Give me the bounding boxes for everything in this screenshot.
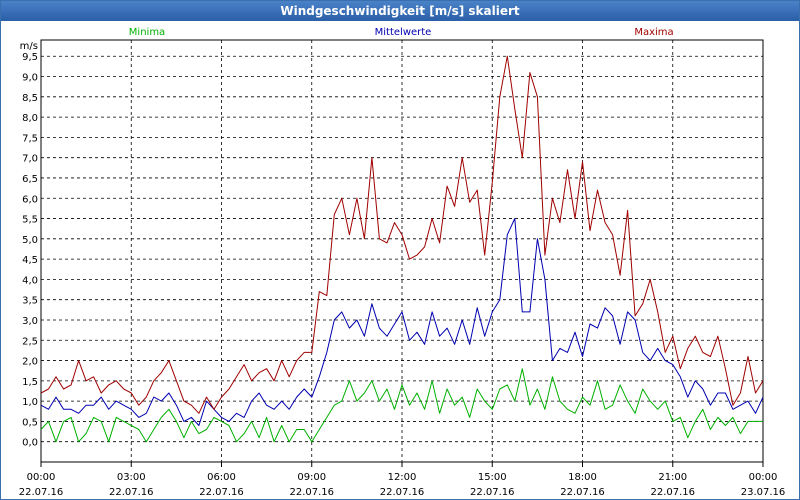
y-tick-label: 5,5 xyxy=(22,215,38,226)
x-tick-time: 21:00 xyxy=(658,472,687,483)
x-tick-time: 09:00 xyxy=(297,472,326,483)
wind-speed-chart: 0,0 0,5 1,0 1,5 2,0 2,5 3,0 3,5 4,0 4,5 5,0 5,5 6,0 6… xyxy=(19,27,786,498)
x-tick-time: 15:00 xyxy=(478,472,507,483)
y-tick-label: 2,5 xyxy=(22,336,38,347)
y-tick-label: 0,0 xyxy=(22,438,38,449)
y-tick-label: 6,0 xyxy=(22,194,38,205)
x-tick-time: 00:00 xyxy=(749,472,778,483)
legend-maxima: Maxima xyxy=(634,27,673,38)
y-tick-label: 0,5 xyxy=(22,417,38,428)
x-tick-date: 22.07.16 xyxy=(470,487,515,498)
x-tick-time: 00:00 xyxy=(27,472,56,483)
y-tick-label: 4,0 xyxy=(22,275,38,286)
y-tick-label: 4,5 xyxy=(22,255,38,266)
x-tick-date: 22.07.16 xyxy=(19,487,64,498)
x-tick-time: 03:00 xyxy=(117,472,146,483)
x-tick-date: 23.07.16 xyxy=(741,487,786,498)
y-tick-label: 3,5 xyxy=(22,296,38,307)
window-title: Windgeschwindigkeit [m/s] skaliert xyxy=(1,1,799,21)
y-axis-label: m/s xyxy=(20,41,38,52)
x-tick-time: 12:00 xyxy=(388,472,417,483)
x-tick-date: 22.07.16 xyxy=(650,487,695,498)
y-tick-label: 8,0 xyxy=(22,113,38,124)
y-tick-label: 3,0 xyxy=(22,316,38,327)
y-tick-label: 8,5 xyxy=(22,93,38,104)
x-tick-date: 22.07.16 xyxy=(199,487,244,498)
y-tick-label: 9,5 xyxy=(22,52,38,63)
legend-mittelwerte: Mittelwerte xyxy=(375,27,432,38)
y-tick-label: 1,5 xyxy=(22,377,38,388)
x-tick-date: 22.07.16 xyxy=(560,487,605,498)
chart-window: Windgeschwindigkeit [m/s] skaliert 0,0 0,… xyxy=(0,0,800,500)
y-tick-label: 6,5 xyxy=(22,174,38,185)
y-tick-label: 2,0 xyxy=(22,357,38,368)
x-tick-date: 22.07.16 xyxy=(380,487,425,498)
y-tick-label: 7,5 xyxy=(22,133,38,144)
x-tick-time: 06:00 xyxy=(207,472,236,483)
x-tick-date: 22.07.16 xyxy=(289,487,334,498)
x-tick-time: 18:00 xyxy=(568,472,597,483)
y-tick-label: 9,0 xyxy=(22,73,38,84)
x-tick-date: 22.07.16 xyxy=(109,487,154,498)
y-tick-label: 5,0 xyxy=(22,235,38,246)
y-tick-label: 7,0 xyxy=(22,154,38,165)
legend-minima: Minima xyxy=(129,27,165,38)
y-tick-label: 1,0 xyxy=(22,397,38,408)
